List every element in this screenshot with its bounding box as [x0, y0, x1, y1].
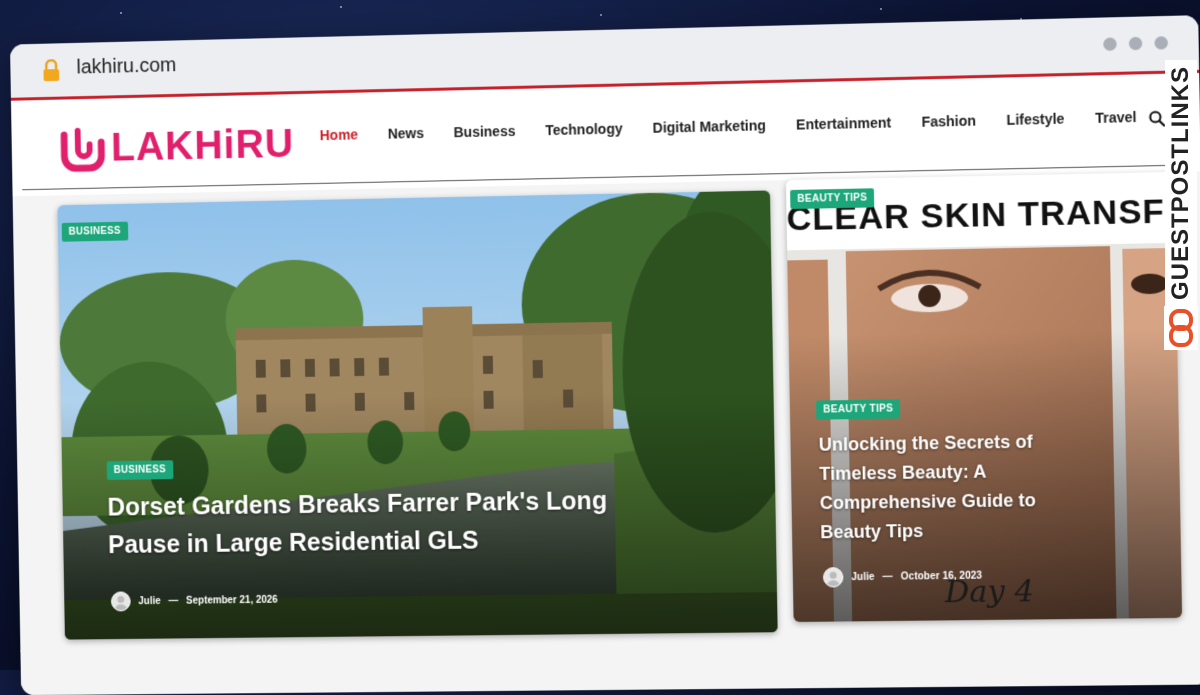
- title-line: Dorset Gardens Breaks Farrer Park's Long: [107, 482, 607, 527]
- category-badge[interactable]: BEAUTY TIPS: [816, 399, 900, 419]
- image-caption: Day 4: [945, 574, 1035, 610]
- title-line: Comprehensive Guide to: [820, 486, 1037, 518]
- featured-area: BUSINESS BUSINESS Dorset Gardens Breaks …: [13, 171, 1200, 695]
- browser-window: lakhiru.com LAKHiRU Home News Business T…: [10, 15, 1200, 695]
- logo-text: LAKHiRU: [111, 121, 295, 170]
- nav-travel[interactable]: Travel: [1095, 109, 1137, 126]
- featured-post-image: [57, 190, 777, 639]
- user-icon: [824, 568, 842, 586]
- nav-news[interactable]: News: [388, 125, 424, 142]
- featured-post-title[interactable]: Dorset Gardens Breaks Farrer Park's Long…: [107, 482, 608, 564]
- site-logo[interactable]: LAKHiRU: [56, 118, 295, 175]
- window-dot-3[interactable]: [1154, 36, 1168, 49]
- title-line: Pause in Large Residential GLS: [108, 520, 608, 564]
- window-controls: [1103, 36, 1168, 51]
- nav-home[interactable]: Home: [320, 126, 359, 143]
- window-dot-2[interactable]: [1129, 37, 1143, 50]
- post-meta: Julie — September 21, 2026: [111, 590, 278, 612]
- nav-entertainment[interactable]: Entertainment: [796, 114, 891, 132]
- author-name[interactable]: Julie: [851, 571, 874, 582]
- side-post-card[interactable]: CLEAR SKIN TRANSFOR BEAUTY TIPS BEAUTY T…: [786, 172, 1182, 622]
- nav-technology[interactable]: Technology: [545, 120, 623, 138]
- side-post-image: [786, 172, 1182, 622]
- author-avatar: [111, 591, 131, 611]
- logo-icon: [56, 122, 108, 174]
- meta-separator: —: [882, 571, 892, 582]
- user-icon: [112, 592, 130, 610]
- search-icon[interactable]: [1149, 110, 1166, 127]
- category-badge[interactable]: BUSINESS: [107, 460, 173, 480]
- nav-fashion[interactable]: Fashion: [921, 112, 976, 129]
- meta-separator: —: [168, 595, 178, 606]
- author-avatar: [823, 567, 844, 587]
- nav-lifestyle[interactable]: Lifestyle: [1006, 110, 1064, 127]
- main-nav: Home News Business Technology Digital Ma…: [320, 108, 1168, 143]
- nav-business[interactable]: Business: [453, 123, 515, 140]
- category-badge[interactable]: BEAUTY TIPS: [790, 188, 874, 209]
- title-line: Timeless Beauty: A: [819, 457, 1036, 489]
- window-dot-1[interactable]: [1103, 37, 1117, 50]
- author-name[interactable]: Julie: [138, 596, 160, 607]
- title-line: Beauty Tips: [820, 515, 1037, 547]
- featured-post-card[interactable]: BUSINESS BUSINESS Dorset Gardens Breaks …: [57, 190, 777, 639]
- post-date: September 21, 2026: [186, 594, 278, 606]
- nav-digital-marketing[interactable]: Digital Marketing: [653, 117, 766, 136]
- title-line: Unlocking the Secrets of: [819, 427, 1036, 459]
- browser-mockup: lakhiru.com LAKHiRU Home News Business T…: [4, 0, 1200, 676]
- category-badge[interactable]: BUSINESS: [62, 222, 128, 242]
- link-icon: [1164, 306, 1198, 350]
- lock-icon: [41, 59, 61, 81]
- side-post-title[interactable]: Unlocking the Secrets of Timeless Beauty…: [819, 427, 1037, 547]
- address-bar-url[interactable]: lakhiru.com: [76, 54, 176, 79]
- watermark-text: GUESTPOSTLINKS: [1165, 60, 1197, 306]
- guestpostlinks-watermark: GUESTPOSTLINKS: [1164, 60, 1198, 360]
